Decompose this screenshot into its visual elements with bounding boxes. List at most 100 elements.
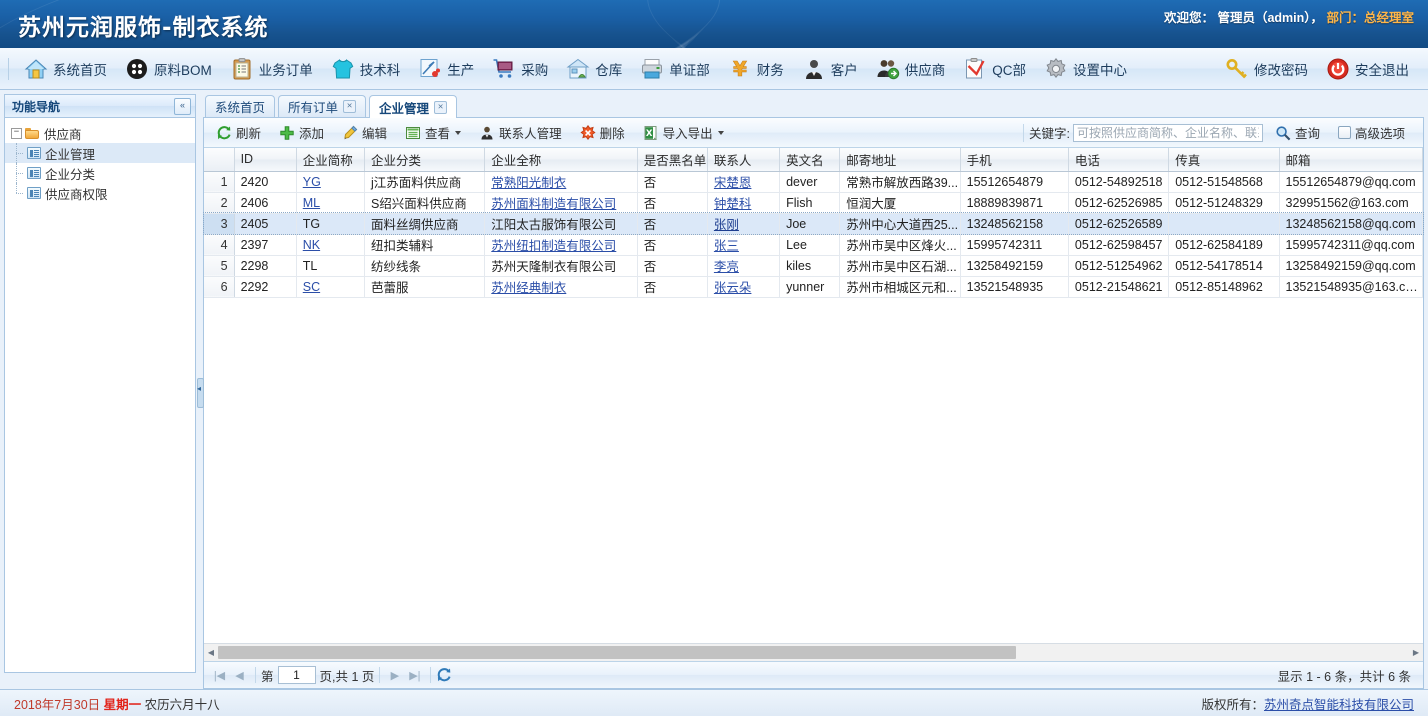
search-input[interactable] [1072, 123, 1263, 142]
search-button[interactable]: 查询 [1267, 120, 1328, 145]
tree-expander-icon[interactable]: − [11, 127, 22, 139]
close-icon[interactable]: ✕ [343, 100, 357, 113]
cell-fullname[interactable]: 苏州纽扣制造有限公司 [484, 234, 638, 256]
contact-link[interactable]: 宋楚恩 [714, 176, 752, 190]
page-number-input[interactable] [277, 666, 316, 684]
column-header-category[interactable]: 企业分类 [364, 148, 486, 172]
column-header-phone[interactable]: 电话 [1068, 148, 1170, 172]
cell-contact[interactable]: 李亮 [707, 255, 781, 277]
abbr-link[interactable]: SC [303, 280, 320, 294]
cell-abbr[interactable]: YG [296, 171, 365, 193]
cell-abbr[interactable]: ML [296, 192, 365, 214]
table-row[interactable]: 3 2405 TG 面料丝绸供应商 江阳太古服饰有限公司 否 张刚 Joe 苏州… [203, 212, 1424, 235]
column-header-blacklist[interactable]: 是否黑名单 [637, 148, 708, 172]
nav-item-warehouse[interactable]: 仓库 [557, 48, 631, 89]
panel-splitter[interactable] [196, 94, 204, 689]
table-row[interactable]: 1 2420 YG j江苏面料供应商 常熟阳光制衣 否 宋楚恩 dever 常熟… [204, 171, 1424, 193]
table-row[interactable]: 6 2292 SC 芭蕾服 苏州经典制衣 否 张云朵 yunner 苏州市相城区… [204, 276, 1424, 298]
cell-contact[interactable]: 张三 [707, 234, 781, 256]
contact-link[interactable]: 张云朵 [714, 281, 752, 295]
tab-system-home[interactable]: 系统首页 [205, 95, 276, 117]
abbr-link[interactable]: YG [303, 175, 321, 189]
tree-node-enterprise-category[interactable]: 企业分类 [5, 163, 195, 183]
edit-button[interactable]: 编辑 [334, 120, 395, 145]
cell-abbr[interactable]: NK [296, 234, 365, 256]
first-page-button[interactable]: |◀ [210, 666, 229, 685]
nav-item-home[interactable]: 系统首页 [15, 48, 116, 89]
contact-link[interactable]: 李亮 [714, 260, 739, 274]
delete-button[interactable]: 删除 [572, 120, 633, 145]
prev-page-button[interactable]: ◀ [230, 666, 249, 685]
column-header-id[interactable]: ID [234, 148, 297, 172]
contact-management-button[interactable]: 联系人管理 [471, 120, 570, 145]
cell-contact[interactable]: 张刚 [707, 213, 781, 235]
tree-node-supplier-root[interactable]: − 供应商 [5, 123, 195, 143]
nav-item-documents[interactable]: 单证部 [631, 48, 719, 89]
cell-contact[interactable]: 张云朵 [707, 276, 781, 298]
chevron-down-icon[interactable] [455, 130, 462, 135]
close-icon[interactable]: ✕ [434, 100, 448, 114]
table-row[interactable]: 4 2397 NK 纽扣类辅料 苏州纽扣制造有限公司 否 张三 Lee 苏州市吴… [204, 234, 1424, 256]
collapse-sidebar-button[interactable]: « [174, 97, 191, 115]
column-header-contact[interactable]: 联系人 [707, 148, 781, 172]
fullname-link[interactable]: 苏州经典制衣 [491, 281, 566, 295]
table-row[interactable]: 5 2298 TL 纺纱线条 苏州天隆制衣有限公司 否 李亮 kiles 苏州市… [204, 255, 1424, 277]
column-header-fax[interactable]: 传真 [1168, 148, 1280, 172]
cell-contact[interactable]: 钟楚科 [707, 192, 781, 214]
contact-link[interactable]: 张三 [714, 239, 739, 253]
copyright-company-link[interactable]: 苏州奇点智能科技有限公司 [1264, 698, 1414, 712]
table-row[interactable]: 2 2406 ML S绍兴面料供应商 苏州面料制造有限公司 否 钟楚科 Flis… [204, 192, 1424, 214]
nav-item-logout[interactable]: 安全退出 [1317, 48, 1418, 89]
tree-node-enterprise-management[interactable]: 企业管理 [5, 143, 195, 163]
tree-node-supplier-permission[interactable]: 供应商权限 [5, 183, 195, 203]
cell-fullname[interactable]: 苏州经典制衣 [484, 276, 638, 298]
nav-item-production[interactable]: 生产 [409, 48, 483, 89]
contact-link[interactable]: 张刚 [714, 218, 739, 232]
nav-item-change-password[interactable]: 修改密码 [1216, 48, 1317, 89]
cell-contact[interactable]: 宋楚恩 [707, 171, 781, 193]
add-button[interactable]: 添加 [271, 120, 332, 145]
column-header-mobile[interactable]: 手机 [960, 148, 1069, 172]
cell-fullname[interactable]: 苏州面料制造有限公司 [484, 192, 638, 214]
pager-refresh-icon[interactable] [436, 667, 452, 683]
fullname-link[interactable]: 常熟阳光制衣 [491, 176, 566, 190]
column-header-fullname[interactable]: 企业全称 [484, 148, 638, 172]
horizontal-scrollbar[interactable]: ◀ ▶ [204, 643, 1423, 661]
scroll-right-icon[interactable]: ▶ [1409, 645, 1423, 660]
import-export-button[interactable]: X 导入导出 [635, 120, 732, 145]
nav-item-purchase[interactable]: 采购 [483, 48, 557, 89]
fullname-link[interactable]: 苏州面料制造有限公司 [491, 197, 616, 211]
nav-item-finance[interactable]: ¥ 财务 [719, 48, 793, 89]
column-header-rownum[interactable] [204, 148, 235, 172]
advanced-options-checkbox[interactable] [1337, 126, 1351, 139]
refresh-button[interactable]: 刷新 [208, 120, 269, 145]
view-button[interactable]: 查看 [397, 120, 469, 145]
nav-item-settings[interactable]: 设置中心 [1035, 48, 1136, 89]
cell-fullname[interactable]: 常熟阳光制衣 [484, 171, 638, 193]
nav-item-orders[interactable]: 业务订单 [221, 48, 322, 89]
next-page-button[interactable]: ▶ [385, 666, 404, 685]
column-header-english[interactable]: 英文名 [779, 148, 841, 172]
tab-enterprise-management[interactable]: 企业管理 ✕ [369, 95, 458, 118]
scrollbar-thumb[interactable] [218, 646, 1016, 659]
last-page-button[interactable]: ▶| [405, 666, 424, 685]
nav-item-supplier[interactable]: 供应商 [867, 48, 955, 89]
nav-item-qc[interactable]: QC部 [954, 48, 1035, 89]
contact-link[interactable]: 钟楚科 [714, 197, 752, 211]
scroll-left-icon[interactable]: ◀ [204, 645, 218, 660]
abbr-link[interactable]: ML [303, 196, 320, 210]
cell-abbr[interactable]: SC [296, 276, 365, 298]
nav-item-customer[interactable]: 客户 [793, 48, 867, 89]
advanced-options-toggle[interactable]: 高级选项 [1330, 120, 1413, 145]
chevron-down-icon[interactable] [717, 130, 724, 135]
scrollbar-track[interactable] [218, 645, 1409, 660]
abbr-link[interactable]: NK [303, 238, 320, 252]
tab-all-orders[interactable]: 所有订单 ✕ [278, 95, 367, 117]
splitter-handle[interactable] [197, 377, 204, 408]
column-header-abbr[interactable]: 企业简称 [296, 148, 365, 172]
column-header-email[interactable]: 邮箱 [1279, 148, 1424, 172]
fullname-link[interactable]: 苏州纽扣制造有限公司 [491, 239, 616, 253]
nav-item-bom[interactable]: 原料BOM [116, 48, 221, 89]
nav-item-technical[interactable]: 技术科 [322, 48, 410, 89]
column-header-address[interactable]: 邮寄地址 [839, 148, 961, 172]
